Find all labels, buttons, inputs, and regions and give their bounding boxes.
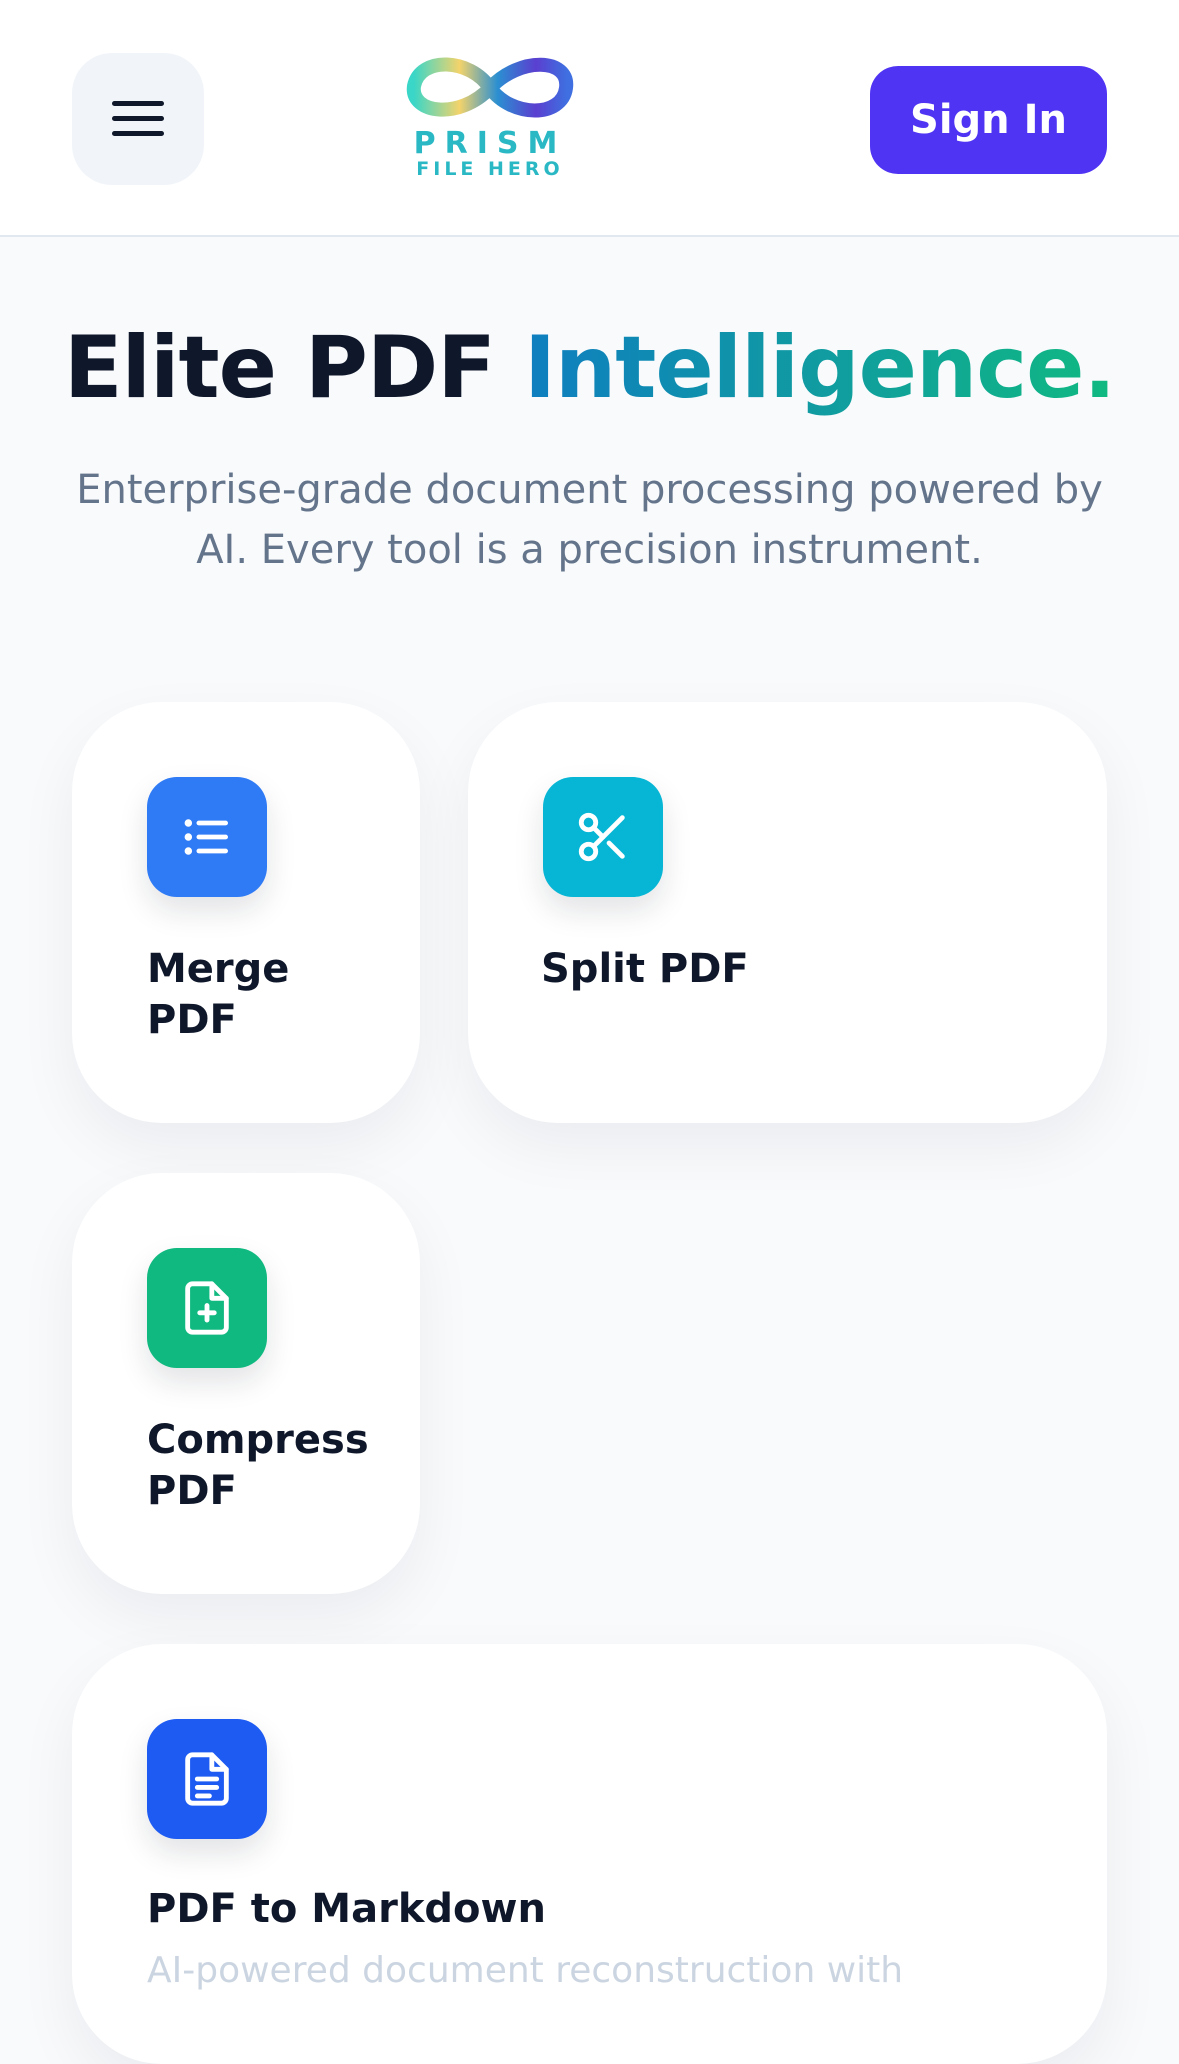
tool-title: PDF to Markdown — [147, 1886, 546, 1932]
tool-card-split-pdf[interactable]: Split PDF — [468, 702, 1107, 1123]
compress-icon-tile — [147, 1248, 267, 1368]
tool-title: Split PDF — [541, 946, 749, 992]
title-plain: Elite PDF — [63, 318, 524, 418]
scissors-icon — [578, 812, 625, 862]
menu-button[interactable] — [72, 53, 204, 185]
tool-title: Compress PDF — [147, 1417, 369, 1514]
tool-title: Merge PDF — [147, 946, 290, 1043]
list-icon — [184, 819, 229, 855]
page-title: Elite PDF Intelligence. — [0, 318, 1179, 418]
hamburger-menu-icon — [112, 101, 164, 137]
tool-card-merge-pdf[interactable]: Merge PDF — [72, 702, 420, 1123]
infinity-logo-icon — [406, 57, 574, 118]
title-accent: Intelligence. — [524, 318, 1116, 418]
split-icon-tile — [543, 777, 663, 897]
document-text-icon — [185, 1752, 229, 1806]
logo-tagline: FILE HERO — [416, 158, 564, 180]
prism-logo[interactable]: PRISM FILE HERO — [400, 48, 580, 183]
page-subtitle: Enterprise-grade document processing pow… — [76, 467, 1103, 573]
logo-wordmark: PRISM — [413, 126, 567, 161]
markdown-icon-tile — [147, 1719, 267, 1839]
file-plus-icon — [185, 1281, 229, 1335]
tool-description: AI-powered document reconstruction with — [147, 1950, 904, 1991]
top-header: PRISM FILE HERO Sign In — [0, 0, 1179, 237]
merge-icon-tile — [147, 777, 267, 897]
tool-card-compress-pdf[interactable]: Compress PDF — [72, 1173, 420, 1594]
sign-in-button[interactable]: Sign In — [870, 66, 1107, 174]
tool-card-pdf-to-markdown[interactable]: PDF to Markdown AI-powered document reco… — [72, 1644, 1107, 2064]
